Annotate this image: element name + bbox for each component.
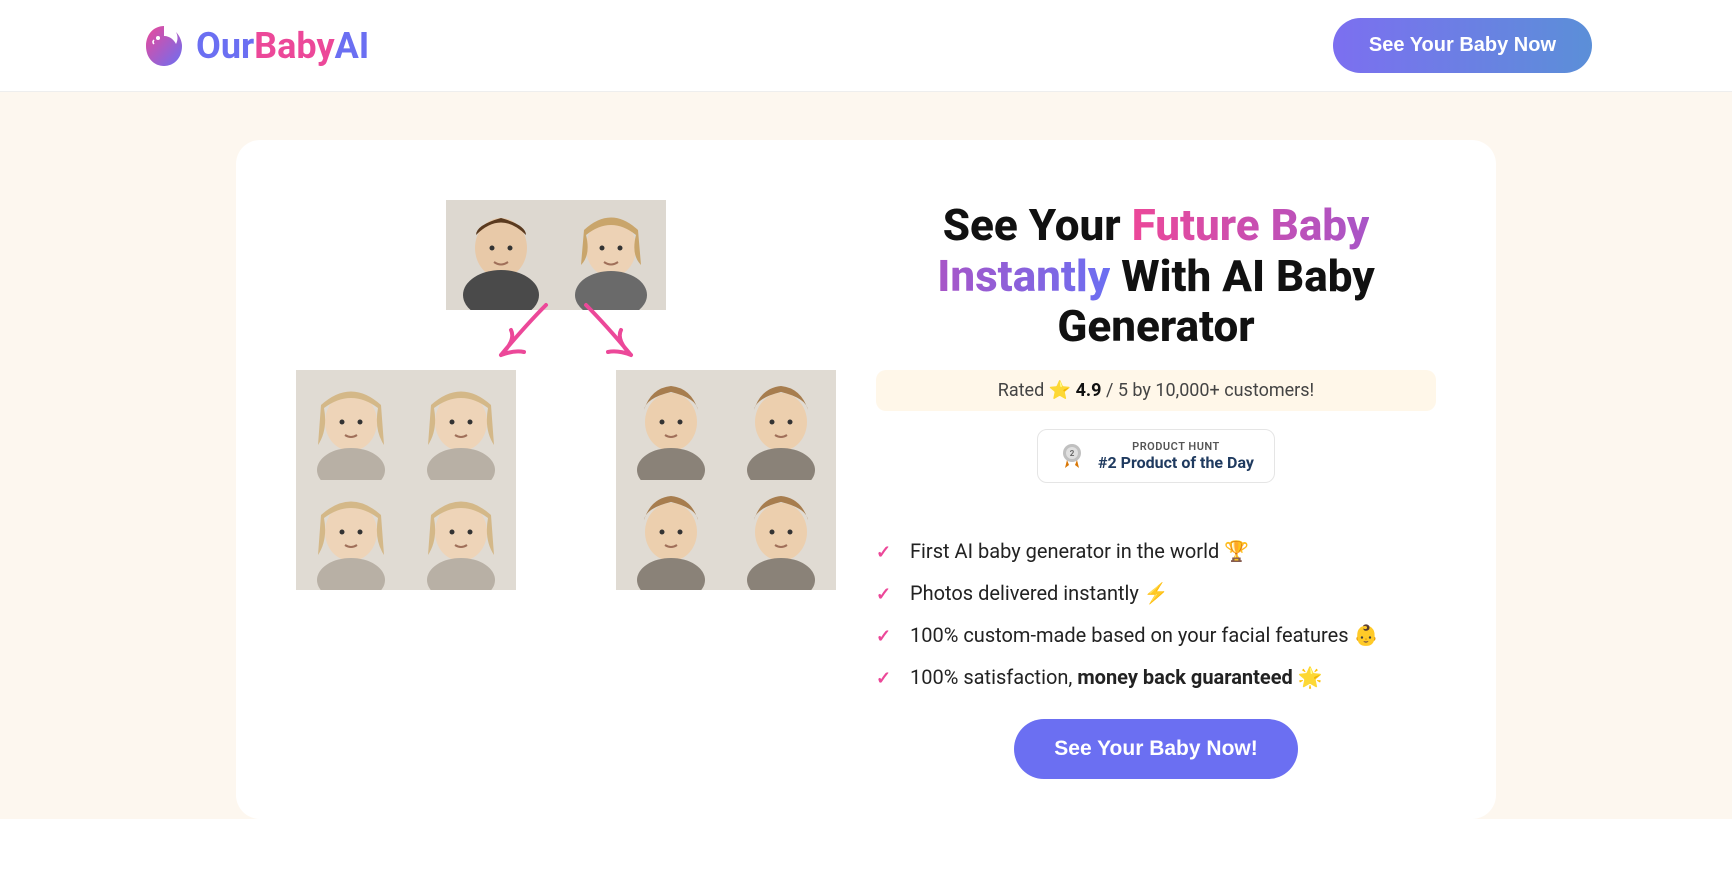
baby-logo-icon <box>140 22 188 70</box>
check-icon: ✓ <box>876 584 896 605</box>
child-photo <box>726 370 836 480</box>
check-icon: ✓ <box>876 626 896 647</box>
logo[interactable]: OurBabyAI <box>140 22 369 70</box>
svg-text:2: 2 <box>1070 449 1075 458</box>
ph-label: PRODUCT HUNT <box>1098 440 1254 453</box>
child-photo <box>296 370 406 480</box>
hero-title: See Your Future Baby Instantly With AI B… <box>876 200 1436 352</box>
child-photo <box>406 480 516 590</box>
medal-icon: 2 <box>1058 442 1086 470</box>
logo-text-our: Our <box>196 25 254 67</box>
logo-text-ai: AI <box>335 25 370 67</box>
check-icon: ✓ <box>876 668 896 689</box>
family-tree-visual <box>296 200 836 640</box>
hero-card: See Your Future Baby Instantly With AI B… <box>236 140 1496 819</box>
feature-item: ✓ First AI baby generator in the world 🏆 <box>876 539 1436 563</box>
feature-list: ✓ First AI baby generator in the world 🏆… <box>876 539 1436 689</box>
check-icon: ✓ <box>876 542 896 563</box>
child-photo <box>616 370 726 480</box>
see-baby-header-button[interactable]: See Your Baby Now <box>1333 18 1592 73</box>
girl-children-grid <box>296 370 516 590</box>
header: OurBabyAI See Your Baby Now <box>0 0 1732 92</box>
rating-score: 4.9 <box>1076 380 1102 401</box>
parent-female-photo <box>556 200 666 310</box>
hero-content: See Your Future Baby Instantly With AI B… <box>876 200 1436 779</box>
feature-item: ✓ Photos delivered instantly ⚡ <box>876 581 1436 605</box>
product-hunt-badge[interactable]: 2 PRODUCT HUNT #2 Product of the Day <box>1037 429 1275 483</box>
ph-title: #2 Product of the Day <box>1098 453 1254 472</box>
arrows-icon <box>486 300 646 380</box>
parent-photos <box>446 200 666 310</box>
child-photo <box>296 480 406 590</box>
rating-badge: Rated ⭐ 4.9 / 5 by 10,000+ customers! <box>876 370 1436 411</box>
boy-children-grid <box>616 370 836 590</box>
child-photo <box>726 480 836 590</box>
child-photo <box>406 370 516 480</box>
feature-item: ✓ 100% custom-made based on your facial … <box>876 623 1436 647</box>
feature-item: ✓ 100% satisfaction, money back guarante… <box>876 665 1436 689</box>
hero-section: See Your Future Baby Instantly With AI B… <box>0 92 1732 819</box>
logo-text-baby: Baby <box>254 25 334 67</box>
parent-male-photo <box>446 200 556 310</box>
star-icon: ⭐ <box>1049 380 1071 401</box>
see-baby-main-button[interactable]: See Your Baby Now! <box>1014 719 1297 779</box>
child-photo <box>616 480 726 590</box>
